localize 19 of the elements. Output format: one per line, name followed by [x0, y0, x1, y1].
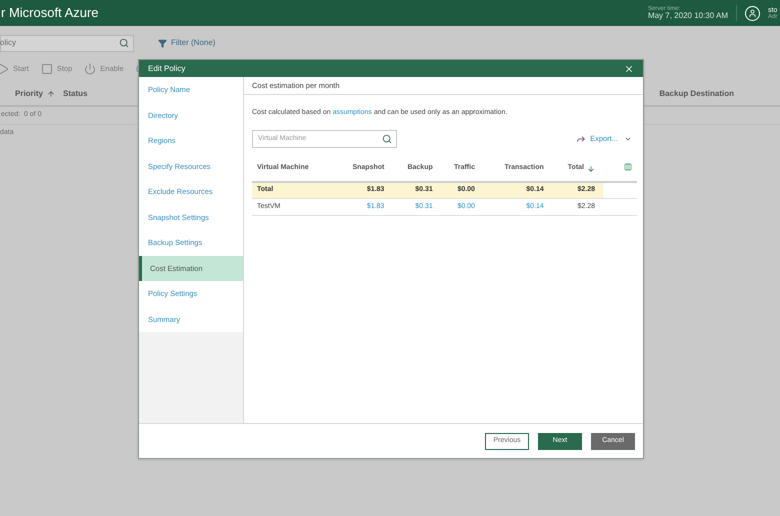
dialog-title: Edit Policy — [148, 62, 186, 74]
search-field[interactable]: olicy — [0, 34, 134, 52]
column-header[interactable]: Status — [63, 88, 88, 100]
share-arrow-icon — [576, 134, 586, 144]
search-icon — [382, 134, 392, 144]
power-icon — [84, 62, 96, 74]
column-chooser-icon[interactable] — [623, 163, 633, 172]
search-icon — [119, 38, 129, 48]
close-button[interactable] — [624, 64, 634, 74]
stop-icon — [40, 62, 53, 74]
app-title: r Microsoft Azure — [1, 4, 99, 22]
filter-icon — [158, 38, 167, 48]
play-icon — [0, 62, 9, 74]
avatar-icon[interactable] — [745, 6, 760, 20]
column-header[interactable]: Priority — [15, 88, 56, 100]
filter-button[interactable]: Filter (None) — [158, 37, 216, 49]
server-time: May 7, 2020 10:30 AM — [648, 12, 728, 20]
sort-down-icon — [587, 164, 595, 172]
column-header[interactable]: Backup Destination — [659, 88, 734, 100]
